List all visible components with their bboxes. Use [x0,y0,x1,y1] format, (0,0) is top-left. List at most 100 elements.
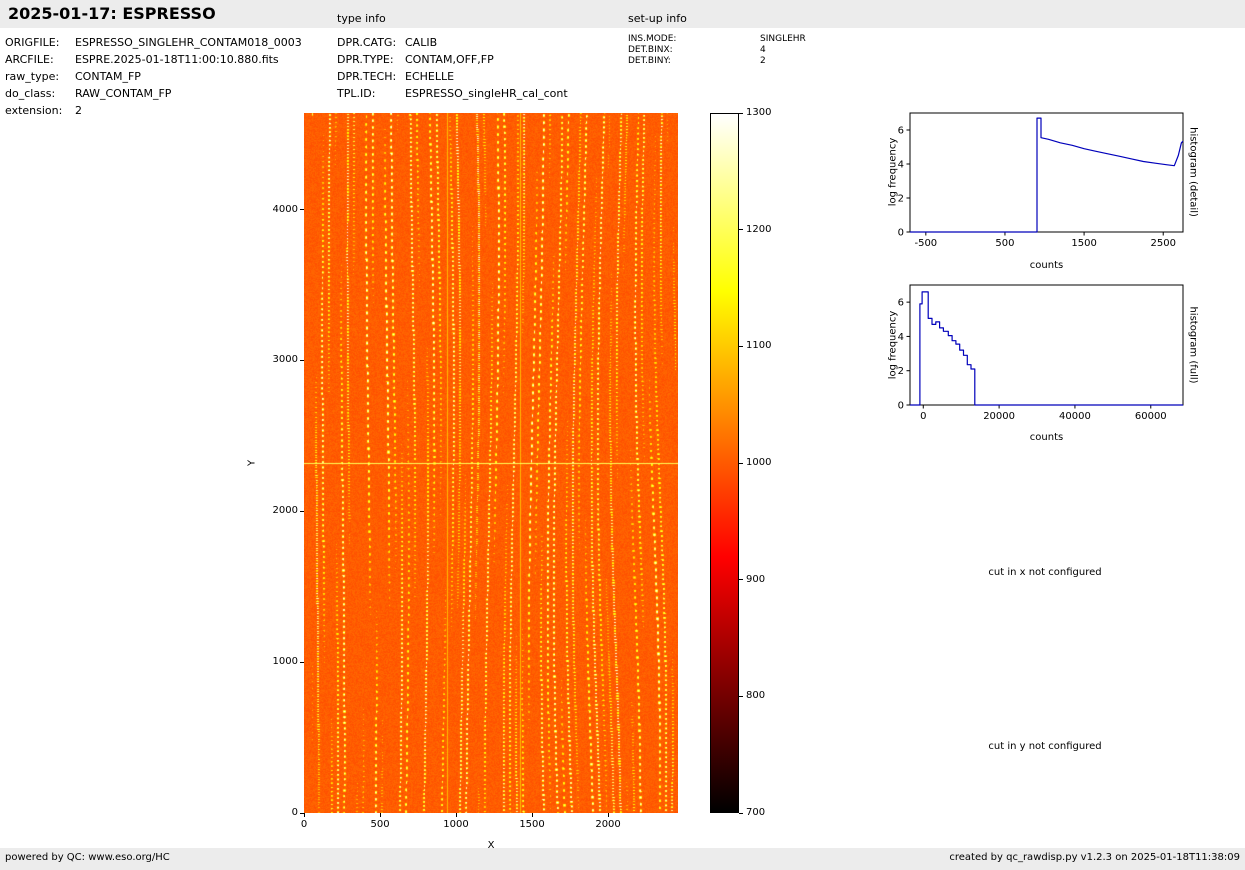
field-label: DPR.CATG: [337,36,397,49]
x-tick-label: 0 [920,411,926,422]
y-tick-label: 0 [898,401,904,412]
x-tick-label: 20000 [983,411,1015,422]
hist-full-title: histogram (full) [1187,306,1199,384]
field-value: ESPRESSO_singleHR_cal_cont [405,87,568,100]
field-label: do_class: [5,87,56,100]
hist-detail-ylabel: log frequency [887,137,899,207]
colorbar-tick [739,112,743,114]
y-tick-label: 2000 [272,505,298,517]
y-tick-label: 4 [898,332,904,343]
colorbar-tick-label: 700 [746,807,766,818]
x-tick-label: 2000 [595,819,621,830]
y-tick [300,359,304,361]
x-tick-label: 1500 [1071,238,1096,249]
colorbar-tick-label: 1300 [746,107,772,118]
colorbar-tick [739,229,743,231]
field-value: 4 [760,45,766,55]
y-tick [300,510,304,512]
x-tick-label: 500 [995,238,1014,249]
colorbar-tick-label: 1000 [746,457,772,468]
hist-detail-xlabel: counts [1029,260,1064,271]
colorbar-tick [739,812,743,814]
x-tick-label: 1000 [443,819,469,830]
histogram-line [910,291,1183,406]
file-info-row: ARCFILE: ESPRE.2025-01-18T11:00:10.880.f… [5,53,279,66]
x-tick-label: 40000 [1059,411,1091,422]
x-tick-label: 2500 [1150,238,1175,249]
field-value: ECHELLE [405,70,455,83]
y-tick-label: 4 [898,160,904,171]
setup-info-section-label: set-up info [628,12,687,25]
field-value: CALIB [405,36,438,49]
x-tick-label: 60000 [1135,411,1167,422]
type-info-row: DPR.TECH: ECHELLE [337,70,454,83]
field-value: RAW_CONTAM_FP [75,87,172,100]
field-label: raw_type: [5,70,60,83]
colorbar-tick-label: 800 [746,690,766,702]
x-tick [607,813,609,817]
type-info-row: TPL.ID: ESPRESSO_singleHR_cal_cont [337,87,568,100]
plot-frame [909,284,1184,406]
file-info-row: ORIGFILE: ESPRESSO_SINGLEHR_CONTAM018_00… [5,36,302,49]
cut-x-note: cut in x not configured [988,567,1102,578]
colorbar-tick-label: 1100 [746,340,772,352]
y-tick [300,812,304,814]
plot-frame [909,112,1184,233]
setup-info-row: INS.MODE: SINGLEHR [628,34,806,44]
field-value: SINGLEHR [760,34,806,44]
x-tick-label: -500 [914,238,937,249]
x-tick-label: 500 [370,819,390,830]
field-label: ORIGFILE: [5,36,60,49]
colorbar-tick [739,695,743,697]
y-tick-label: 6 [898,298,904,309]
cut-y-note: cut in y not configured [988,741,1102,752]
page-title: 2025-01-17: ESPRESSO [8,4,216,23]
y-tick-label: 0 [291,807,298,818]
colorbar [710,113,739,813]
hist-detail-title: histogram (detail) [1187,127,1199,217]
field-label: extension: [5,104,63,117]
y-tick-label: 0 [898,228,904,239]
y-tick [300,209,304,211]
field-value: CONTAM,OFF,FP [405,53,494,66]
raw-image-canvas [304,113,678,813]
type-info-section-label: type info [337,12,386,25]
x-tick [379,813,381,817]
y-tick-label: 1000 [272,656,298,668]
field-value: ESPRE.2025-01-18T11:00:10.880.fits [75,53,279,66]
file-info-row: do_class: RAW_CONTAM_FP [5,87,171,100]
y-tick-label: 4000 [272,203,298,215]
x-tick [455,813,457,817]
field-value: 2 [75,104,82,117]
y-tick-label: 2 [898,194,904,205]
field-value: CONTAM_FP [75,70,141,83]
type-info-row: DPR.CATG: CALIB [337,36,437,49]
field-label: DET.BINX: [628,45,673,55]
y-tick-label: 6 [898,126,904,137]
qc-report-page: 2025-01-17: ESPRESSO type info set-up in… [0,0,1245,870]
hist-full-ylabel: log frequency [887,310,899,380]
colorbar-tick-label: 900 [746,573,766,585]
y-tick-label: 2 [898,366,904,377]
setup-info-row: DET.BINX: 4 [628,45,766,55]
footer-right-text: created by qc_rawdisp.py v1.2.3 on 2025-… [949,852,1240,863]
colorbar-tick [739,462,743,464]
field-label: DPR.TYPE: [337,53,394,66]
file-info-row: extension: 2 [5,104,82,117]
x-tick [531,813,533,817]
histogram-detail-plot: -500 500 1500 2500 0 2 4 6 [898,112,1184,249]
x-tick-label: 1500 [519,819,545,830]
x-tick-label: 0 [300,819,308,830]
y-axis-label: Y [246,459,258,467]
colorbar-tick [739,579,743,581]
setup-info-row: DET.BINY: 2 [628,56,766,66]
field-label: INS.MODE: [628,34,677,44]
field-label: TPL.ID: [337,87,376,100]
field-value: ESPRESSO_SINGLEHR_CONTAM018_0003 [75,36,302,49]
file-info-row: raw_type: CONTAM_FP [5,70,141,83]
histogram-line [910,117,1184,233]
footer-left-text: powered by QC: www.eso.org/HC [5,852,170,863]
colorbar-tick-label: 1200 [746,223,772,235]
y-tick-label: 3000 [272,354,298,366]
type-info-row: DPR.TYPE: CONTAM,OFF,FP [337,53,494,66]
